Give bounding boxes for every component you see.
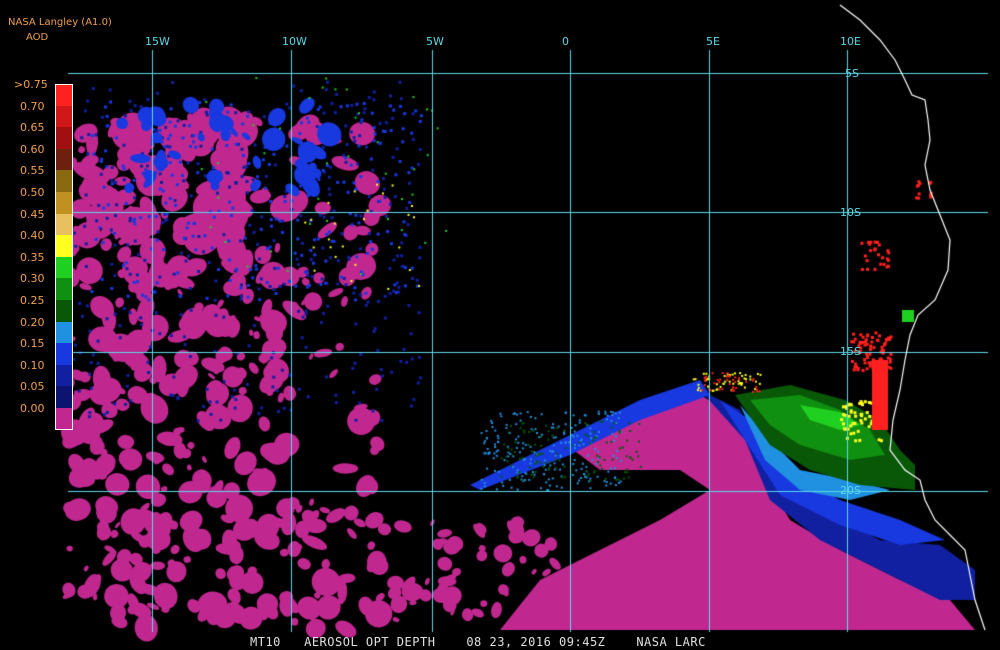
lon-label-5e: 5E [706,35,720,48]
legend-label: >0.75 [14,78,48,91]
legend-label: 0.30 [20,272,45,286]
variable-label: AOD [26,32,49,43]
footer-parameter: AEROSOL OPT DEPTH [304,635,436,649]
legend-label: 0.60 [20,142,45,156]
legend-label: 0.05 [20,380,45,394]
data-source-label: NASA Langley (A1.0) [8,17,112,28]
lat-label-5s: 5S [845,67,859,80]
legend-label: 0.45 [20,207,45,221]
lat-label-10s: 10S [840,206,861,219]
footer-time: 09:45Z [559,635,606,649]
lon-label-15w: 15W [145,35,170,48]
footer-caption: MT10 AEROSOL OPT DEPTH 08 23, 2016 09:45… [250,636,706,648]
footer-agency: NASA LARC [636,635,706,649]
legend-label: 0.70 [20,99,45,113]
lon-label-0: 0 [562,35,569,48]
aod-map-canvas [0,0,1000,650]
footer-product: MT10 [250,635,281,649]
lat-label-15s: 15S [840,345,861,358]
lat-label-20s: 20S [840,484,861,497]
legend-label: 0.40 [20,229,45,243]
legend-label: 0.20 [20,315,45,329]
legend-label: 0.55 [20,164,45,178]
legend-label: 0.25 [20,294,45,307]
lon-label-5w: 5W [426,35,444,48]
footer-date: 08 23, 2016 [466,635,552,649]
lon-label-10e: 10E [840,35,861,48]
legend-frame [55,84,73,430]
legend-label: 0.65 [20,121,45,135]
legend-label: 0.00 [20,402,45,415]
lon-label-10w: 10W [282,35,307,48]
legend-label: 0.50 [20,186,45,199]
legend-label: 0.35 [20,250,45,264]
legend-label: 0.10 [20,358,45,372]
legend-label: 0.15 [20,337,45,351]
